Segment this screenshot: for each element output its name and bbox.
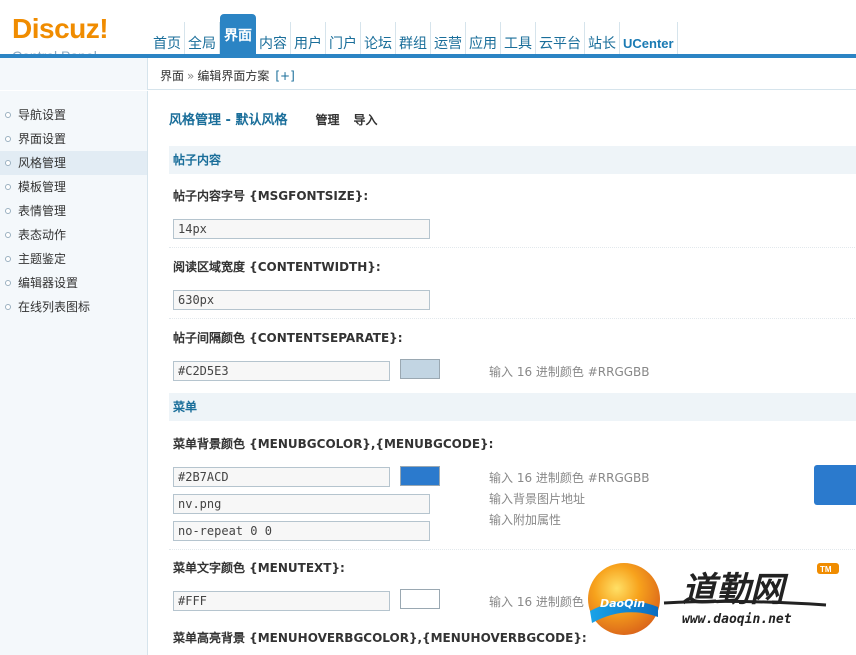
nav-item-11[interactable]: 云平台: [536, 22, 585, 54]
breadcrumb-left-pad: [0, 58, 148, 90]
breadcrumb-section[interactable]: 界面: [160, 69, 184, 83]
sidebar-item-label: 界面设置: [18, 132, 67, 146]
page-title-row: 风格管理 - 默认风格 管理 导入: [169, 109, 377, 128]
contentwidth-input[interactable]: 630px: [173, 290, 430, 310]
bullet-icon: [5, 232, 11, 238]
sidebar-item-label: 在线列表图标: [18, 300, 91, 314]
label-menutext: 菜单文字颜色 {MENUTEXT}:: [173, 561, 345, 575]
nav-item-3[interactable]: 内容: [256, 22, 291, 54]
contentseparate-hint: 输入 16 进制颜色 #RRGGBB: [489, 365, 650, 379]
tab-import[interactable]: 导入: [353, 111, 377, 128]
sidebar-item-label: 编辑器设置: [18, 276, 79, 290]
breadcrumb-bar: 界面» 编辑界面方案 [+]: [0, 58, 856, 90]
contentseparate-input[interactable]: #C2D5E3: [173, 361, 390, 381]
label-menubg: 菜单背景颜色 {MENUBGCOLOR},{MENUBGCODE}:: [173, 437, 494, 451]
row-divider: [169, 549, 856, 550]
menutext-color-swatch[interactable]: [400, 589, 440, 609]
msgfontsize-input[interactable]: 14px: [173, 219, 430, 239]
nav-item-5[interactable]: 门户: [326, 22, 361, 54]
nav-item-6[interactable]: 论坛: [361, 22, 396, 54]
bullet-icon: [5, 208, 11, 214]
label-menuhover: 菜单高亮背景 {MENUHOVERBGCOLOR},{MENUHOVERBGCO…: [173, 631, 587, 645]
nav-item-10[interactable]: 工具: [501, 22, 536, 54]
breadcrumb-current: 编辑界面方案: [197, 69, 270, 83]
bullet-icon: [5, 136, 11, 142]
sidebar-item-label: 主题鉴定: [18, 252, 67, 266]
label-contentwidth: 阅读区域宽度 {CONTENTWIDTH}:: [173, 260, 381, 274]
menu-bg-preview: [814, 465, 856, 505]
sidebar-item-label: 导航设置: [18, 108, 67, 122]
row-divider: [169, 247, 856, 248]
menubg-color-swatch[interactable]: [400, 466, 440, 486]
nav-item-7[interactable]: 群组: [396, 22, 431, 54]
sidebar: 导航设置界面设置风格管理模板管理表情管理表态动作主题鉴定编辑器设置在线列表图标: [0, 91, 148, 655]
menubgimage-input[interactable]: nv.png: [173, 494, 430, 514]
label-msgfontsize: 帖子内容字号 {MSGFONTSIZE}:: [173, 189, 369, 203]
sidebar-item-2[interactable]: 风格管理: [0, 151, 147, 175]
sidebar-item-4[interactable]: 表情管理: [0, 199, 147, 223]
nav-item-0[interactable]: 首页: [150, 22, 185, 54]
nav-item-12[interactable]: 站长: [585, 22, 620, 54]
main-content: 风格管理 - 默认风格 管理 导入 帖子内容 帖子内容字号 {MSGFONTSI…: [149, 91, 856, 655]
bullet-icon: [5, 256, 11, 262]
sidebar-item-5[interactable]: 表态动作: [0, 223, 147, 247]
menutext-hint: 输入 16 进制颜色 #RRGGBB: [489, 595, 650, 609]
contentseparate-color-swatch[interactable]: [400, 359, 440, 379]
top-nav: 首页 全局 界面 内容 用户 门户 论坛 群组 运营 应用 工具 云平台 站长 UCenter: [150, 14, 678, 54]
sidebar-item-label: 风格管理: [18, 156, 67, 170]
sidebar-item-label: 模板管理: [18, 180, 67, 194]
sidebar-item-8[interactable]: 在线列表图标: [0, 295, 147, 319]
breadcrumb-separator: »: [187, 69, 195, 83]
menutext-input[interactable]: #FFF: [173, 591, 390, 611]
page-title: 风格管理 - 默认风格: [169, 113, 288, 128]
bullet-icon: [5, 304, 11, 310]
section-menu: 菜单: [169, 393, 856, 421]
section-post-content: 帖子内容: [169, 146, 856, 174]
sidebar-item-6[interactable]: 主题鉴定: [0, 247, 147, 271]
nav-item-1[interactable]: 全局: [185, 22, 220, 54]
bullet-icon: [5, 160, 11, 166]
nav-item-2[interactable]: 界面: [220, 14, 256, 54]
menubgextra-input[interactable]: no-repeat 0 0: [173, 521, 430, 541]
nav-item-9[interactable]: 应用: [466, 22, 501, 54]
menubgcolor-input[interactable]: #2B7ACD: [173, 467, 390, 487]
sidebar-item-7[interactable]: 编辑器设置: [0, 271, 147, 295]
bullet-icon: [5, 280, 11, 286]
label-contentseparate: 帖子间隔颜色 {CONTENTSEPARATE}:: [173, 331, 403, 345]
sidebar-item-0[interactable]: 导航设置: [0, 103, 147, 127]
menubg-extra-hint: 输入附加属性: [489, 513, 562, 527]
tab-manage[interactable]: 管理: [315, 111, 339, 128]
menubg-color-hint: 输入 16 进制颜色 #RRGGBB: [489, 471, 650, 485]
row-divider: [169, 318, 856, 319]
sidebar-item-3[interactable]: 模板管理: [0, 175, 147, 199]
nav-item-4[interactable]: 用户: [291, 22, 326, 54]
add-to-shortcut-link[interactable]: [+]: [275, 69, 294, 83]
breadcrumb: 界面» 编辑界面方案 [+]: [160, 67, 295, 84]
menubg-image-hint: 输入背景图片地址: [489, 492, 586, 506]
logo-brand: Discuz!: [12, 13, 109, 44]
bullet-icon: [5, 112, 11, 118]
nav-item-8[interactable]: 运营: [431, 22, 466, 54]
sidebar-item-1[interactable]: 界面设置: [0, 127, 147, 151]
header: Discuz! Control Panel 首页全局界面内容用户门户论坛群组运营…: [0, 0, 856, 64]
nav-item-13[interactable]: UCenter: [620, 22, 678, 54]
bullet-icon: [5, 184, 11, 190]
sidebar-item-label: 表态动作: [18, 228, 67, 242]
sidebar-item-label: 表情管理: [18, 204, 67, 218]
